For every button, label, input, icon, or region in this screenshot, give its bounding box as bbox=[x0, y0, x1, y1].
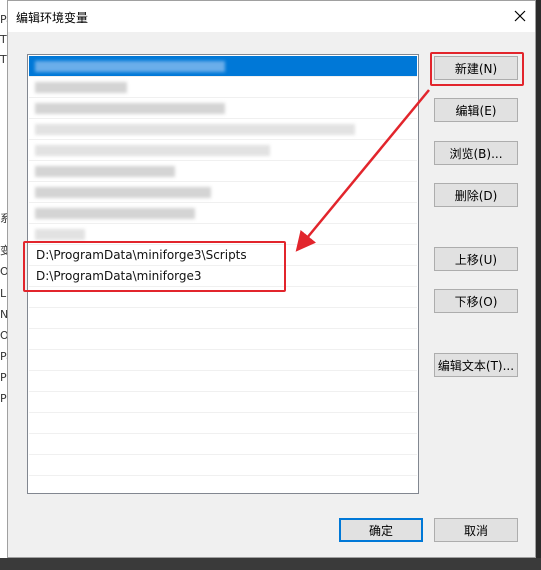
browse-button[interactable]: 浏览(B)... bbox=[434, 141, 518, 165]
move-up-button[interactable]: 上移(U) bbox=[434, 247, 518, 271]
redacted-text bbox=[35, 187, 211, 198]
redacted-text bbox=[35, 61, 225, 72]
taskbar-edge bbox=[0, 558, 541, 570]
highlight-box-new-paths bbox=[23, 241, 286, 292]
list-item[interactable] bbox=[29, 56, 417, 77]
dialog-title: 编辑环境变量 bbox=[16, 11, 89, 25]
move-down-button[interactable]: 下移(O) bbox=[434, 289, 518, 313]
highlight-box-new-button bbox=[430, 52, 524, 86]
list-item-empty[interactable] bbox=[29, 413, 417, 434]
delete-button[interactable]: 删除(D) bbox=[434, 183, 518, 207]
redacted-text bbox=[35, 82, 127, 93]
list-item-empty[interactable] bbox=[29, 455, 417, 476]
edit-button[interactable]: 编辑(E) bbox=[434, 98, 518, 122]
list-item[interactable] bbox=[29, 182, 417, 203]
redacted-text bbox=[35, 103, 225, 114]
list-item-empty[interactable] bbox=[29, 434, 417, 455]
list-item[interactable] bbox=[29, 77, 417, 98]
redacted-text bbox=[35, 124, 355, 135]
list-item-empty[interactable] bbox=[29, 329, 417, 350]
close-icon bbox=[514, 10, 526, 22]
list-item[interactable] bbox=[29, 161, 417, 182]
redacted-text bbox=[35, 208, 195, 219]
list-item-empty[interactable] bbox=[29, 308, 417, 329]
list-item-empty[interactable] bbox=[29, 392, 417, 413]
background-window-edge bbox=[536, 0, 541, 570]
list-item[interactable] bbox=[29, 98, 417, 119]
list-item[interactable] bbox=[29, 140, 417, 161]
ok-button[interactable]: 确定 bbox=[339, 518, 423, 542]
list-item[interactable] bbox=[29, 203, 417, 224]
redacted-text bbox=[35, 229, 85, 240]
list-item-empty[interactable] bbox=[29, 350, 417, 371]
list-item[interactable] bbox=[29, 119, 417, 140]
close-button[interactable] bbox=[509, 5, 531, 27]
edit-text-button[interactable]: 编辑文本(T)... bbox=[434, 353, 518, 377]
list-item-empty[interactable] bbox=[29, 371, 417, 392]
redacted-text bbox=[35, 166, 175, 177]
redacted-text bbox=[35, 145, 270, 156]
title-bar[interactable]: 编辑环境变量 bbox=[8, 1, 535, 32]
cancel-button[interactable]: 取消 bbox=[434, 518, 518, 542]
